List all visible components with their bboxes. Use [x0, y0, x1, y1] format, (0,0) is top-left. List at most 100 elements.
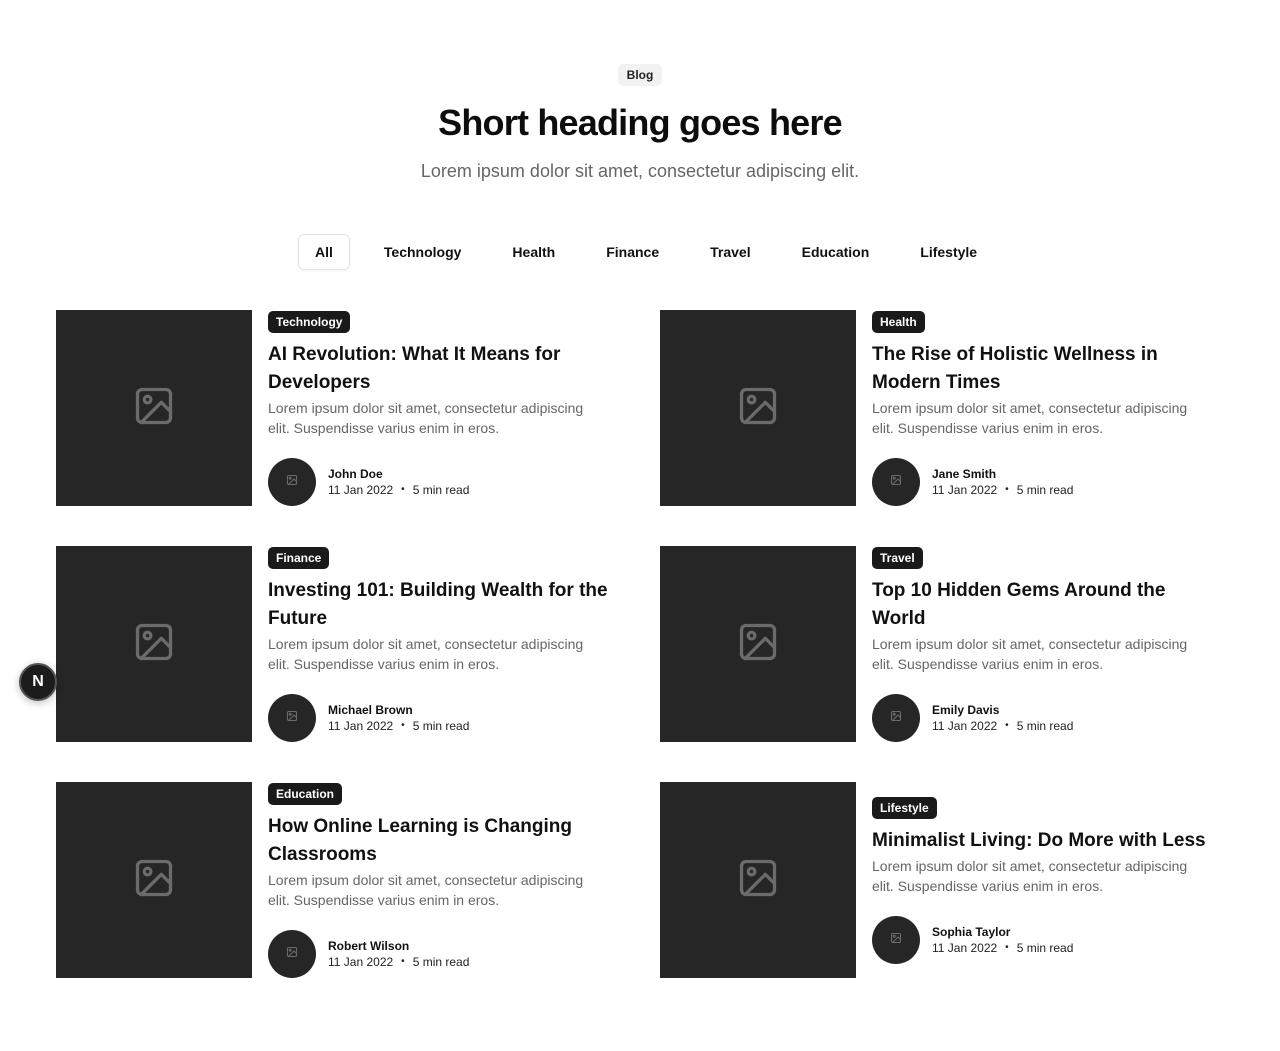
tab-all[interactable]: All: [298, 234, 350, 270]
tab-finance[interactable]: Finance: [589, 234, 676, 270]
image-placeholder-icon: [736, 620, 780, 669]
post-content: Technology AI Revolution: What It Means f…: [268, 310, 620, 506]
author-name: John Doe: [328, 466, 383, 481]
post-title[interactable]: The Rise of Holistic Wellness in Modern …: [872, 341, 1224, 397]
post-title[interactable]: How Online Learning is Changing Classroo…: [268, 813, 620, 869]
post-thumbnail[interactable]: [56, 782, 252, 978]
blog-card[interactable]: Education How Online Learning is Changing…: [56, 782, 620, 978]
category-tag[interactable]: Health: [872, 310, 925, 333]
section-badge: Blog: [617, 64, 663, 86]
post-date: 11 Jan 2022: [932, 940, 998, 955]
post-thumbnail[interactable]: [56, 546, 252, 742]
author-meta: Sophia Taylor 11 Jan 2022 • 5 min read: [932, 924, 1073, 956]
read-time: 5 min read: [412, 718, 470, 733]
page-subtitle: Lorem ipsum dolor sit amet, consectetur …: [420, 161, 860, 181]
author-name: Jane Smith: [932, 466, 997, 481]
post-author: Robert Wilson 11 Jan 2022 • 5 min read: [268, 929, 620, 978]
blog-card[interactable]: Finance Investing 101: Building Wealth fo…: [56, 546, 620, 742]
post-thumbnail[interactable]: [660, 782, 856, 978]
post-date: 11 Jan 2022: [328, 954, 394, 969]
post-content: Health The Rise of Holistic Wellness in M…: [872, 310, 1224, 506]
separator-dot: •: [1005, 483, 1009, 495]
image-placeholder-icon: [132, 620, 176, 669]
post-title[interactable]: AI Revolution: What It Means for Develop…: [268, 341, 620, 397]
author-name: Sophia Taylor: [932, 924, 1011, 939]
category-tag[interactable]: Education: [268, 782, 343, 805]
post-date: 11 Jan 2022: [932, 482, 998, 497]
image-placeholder-icon: [890, 473, 902, 491]
category-tag[interactable]: Finance: [268, 546, 330, 569]
author-name: Emily Davis: [932, 702, 1000, 717]
dev-tools-button[interactable]: N: [19, 663, 57, 701]
post-excerpt: Lorem ipsum dolor sit amet, consectetur …: [872, 857, 1188, 894]
post-content: Lifestyle Minimalist Living: Do More with…: [872, 782, 1224, 978]
category-tabs: All Technology Health Finance Travel Edu…: [298, 234, 1011, 270]
image-placeholder-icon: [890, 931, 902, 949]
post-author: Jane Smith 11 Jan 2022 • 5 min read: [872, 457, 1224, 506]
tab-travel[interactable]: Travel: [693, 234, 767, 270]
avatar: [268, 693, 316, 742]
read-time: 5 min read: [1016, 482, 1074, 497]
post-date: 11 Jan 2022: [328, 482, 394, 497]
post-author: Sophia Taylor 11 Jan 2022 • 5 min read: [872, 915, 1224, 964]
blog-card[interactable]: Travel Top 10 Hidden Gems Around the Worl…: [660, 546, 1224, 742]
post-excerpt: Lorem ipsum dolor sit amet, consectetur …: [872, 399, 1188, 436]
post-thumbnail[interactable]: [56, 310, 252, 506]
blog-card[interactable]: Lifestyle Minimalist Living: Do More with…: [660, 782, 1224, 978]
avatar: [872, 915, 920, 964]
post-author: John Doe 11 Jan 2022 • 5 min read: [268, 457, 620, 506]
blog-card[interactable]: Health The Rise of Holistic Wellness in M…: [660, 310, 1224, 506]
author-name: Michael Brown: [328, 702, 413, 717]
post-title[interactable]: Minimalist Living: Do More with Less: [872, 827, 1224, 855]
category-tag[interactable]: Travel: [872, 546, 923, 569]
author-name: Robert Wilson: [328, 938, 410, 953]
image-placeholder-icon: [286, 945, 298, 963]
post-excerpt: Lorem ipsum dolor sit amet, consectetur …: [268, 635, 584, 672]
tab-lifestyle[interactable]: Lifestyle: [903, 234, 994, 270]
post-title[interactable]: Investing 101: Building Wealth for the F…: [268, 577, 620, 633]
blog-card[interactable]: Technology AI Revolution: What It Means f…: [56, 310, 620, 506]
image-placeholder-icon: [890, 709, 902, 727]
avatar: [268, 929, 316, 978]
post-title[interactable]: Top 10 Hidden Gems Around the World: [872, 577, 1224, 633]
post-date: 11 Jan 2022: [932, 718, 998, 733]
post-date: 11 Jan 2022: [328, 718, 394, 733]
post-submeta: 11 Jan 2022 • 5 min read: [932, 718, 1073, 734]
post-thumbnail[interactable]: [660, 310, 856, 506]
page-title: Short heading goes here: [438, 102, 842, 143]
category-tag[interactable]: Lifestyle: [872, 796, 937, 819]
image-placeholder-icon: [286, 473, 298, 491]
post-excerpt: Lorem ipsum dolor sit amet, consectetur …: [268, 399, 584, 436]
post-author: Emily Davis 11 Jan 2022 • 5 min read: [872, 693, 1224, 742]
author-meta: Jane Smith 11 Jan 2022 • 5 min read: [932, 466, 1073, 498]
image-placeholder-icon: [736, 384, 780, 433]
avatar: [872, 693, 920, 742]
image-placeholder-icon: [736, 856, 780, 905]
post-submeta: 11 Jan 2022 • 5 min read: [328, 954, 469, 970]
author-meta: John Doe 11 Jan 2022 • 5 min read: [328, 466, 469, 498]
read-time: 5 min read: [412, 954, 470, 969]
post-excerpt: Lorem ipsum dolor sit amet, consectetur …: [268, 871, 584, 908]
image-placeholder-icon: [132, 856, 176, 905]
post-content: Finance Investing 101: Building Wealth fo…: [268, 546, 620, 742]
tab-health[interactable]: Health: [495, 234, 572, 270]
image-placeholder-icon: [132, 384, 176, 433]
post-content: Travel Top 10 Hidden Gems Around the Worl…: [872, 546, 1224, 742]
separator-dot: •: [1005, 941, 1009, 953]
post-thumbnail[interactable]: [660, 546, 856, 742]
separator-dot: •: [401, 955, 405, 967]
author-meta: Robert Wilson 11 Jan 2022 • 5 min read: [328, 938, 469, 970]
author-meta: Michael Brown 11 Jan 2022 • 5 min read: [328, 702, 469, 734]
separator-dot: •: [401, 483, 405, 495]
post-submeta: 11 Jan 2022 • 5 min read: [932, 940, 1073, 956]
tab-education[interactable]: Education: [785, 234, 887, 270]
separator-dot: •: [401, 719, 405, 731]
post-content: Education How Online Learning is Changing…: [268, 782, 620, 978]
avatar: [872, 457, 920, 506]
post-submeta: 11 Jan 2022 • 5 min read: [328, 718, 469, 734]
tab-technology[interactable]: Technology: [367, 234, 479, 270]
category-tag[interactable]: Technology: [268, 310, 351, 333]
separator-dot: •: [1005, 719, 1009, 731]
read-time: 5 min read: [412, 482, 470, 497]
image-placeholder-icon: [286, 709, 298, 727]
